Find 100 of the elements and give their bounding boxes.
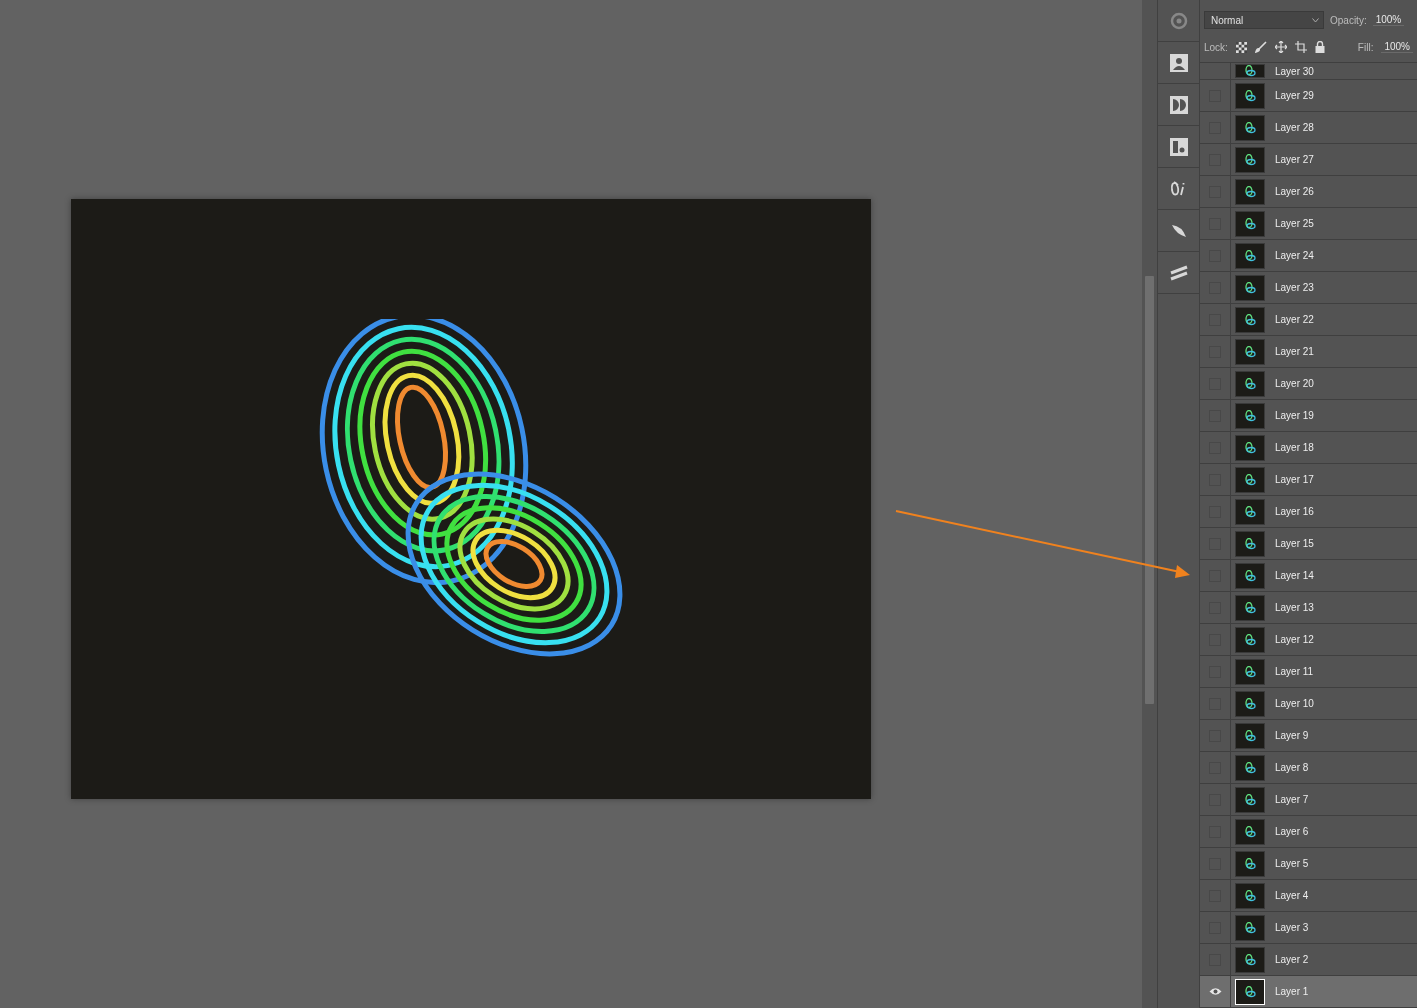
layer-row[interactable]: Layer 17: [1200, 464, 1417, 496]
layer-thumbnail-icon: [1244, 569, 1256, 582]
layer-row[interactable]: Layer 14: [1200, 560, 1417, 592]
layer-name: Layer 21: [1275, 346, 1314, 357]
layer-thumbnail-icon: [1244, 793, 1256, 806]
layer-name: Layer 24: [1275, 250, 1314, 261]
layer-name: Layer 25: [1275, 218, 1314, 229]
layer-name: Layer 16: [1275, 506, 1314, 517]
layer-thumbnail-icon: [1244, 281, 1256, 294]
layer-row[interactable]: Layer 8: [1200, 752, 1417, 784]
layer-thumbnail-icon: [1244, 953, 1256, 966]
person-icon[interactable]: [1169, 53, 1188, 72]
layer-name: Layer 12: [1275, 634, 1314, 645]
layer-thumbnail-icon: [1244, 185, 1256, 198]
layer-name: Layer 19: [1275, 410, 1314, 421]
layer-row[interactable]: Layer 22: [1200, 304, 1417, 336]
layer-thumbnail-icon: [1244, 121, 1256, 134]
layer-row[interactable]: Layer 30: [1200, 63, 1417, 80]
layer-row[interactable]: Layer 26: [1200, 176, 1417, 208]
layer-thumbnail-icon: [1244, 537, 1256, 550]
layer-row[interactable]: Layer 11: [1200, 656, 1417, 688]
layer-row[interactable]: Layer 27: [1200, 144, 1417, 176]
layer-name: Layer 18: [1275, 442, 1314, 453]
layer-thumbnail-icon: [1244, 441, 1256, 454]
layer-thumbnail-icon: [1244, 473, 1256, 486]
layer-name: Layer 17: [1275, 474, 1314, 485]
layer-row[interactable]: Layer 1: [1200, 976, 1417, 1008]
fill-field[interactable]: 100%: [1381, 41, 1413, 53]
layer-row[interactable]: Layer 3: [1200, 912, 1417, 944]
layer-thumbnail-icon: [1244, 921, 1256, 934]
layer-name: Layer 28: [1275, 122, 1314, 133]
brush-icon[interactable]: [1254, 41, 1267, 53]
layer-name: Layer 5: [1275, 858, 1309, 869]
move-icon[interactable]: [1274, 41, 1287, 53]
eye-icon[interactable]: [1208, 987, 1222, 996]
lock-label: Lock:: [1204, 41, 1228, 53]
layer-row[interactable]: Layer 15: [1200, 528, 1417, 560]
layer-row[interactable]: Layer 24: [1200, 240, 1417, 272]
layer-name: Layer 6: [1275, 826, 1309, 837]
half-circles-icon[interactable]: [1169, 95, 1188, 114]
layer-thumbnail-icon: [1244, 825, 1256, 838]
layer-thumbnail-icon: [1244, 217, 1256, 230]
layer-row[interactable]: Layer 21: [1200, 336, 1417, 368]
lock-icon[interactable]: [1314, 41, 1325, 53]
layer-name: Layer 1: [1275, 986, 1309, 997]
layer-row[interactable]: Layer 6: [1200, 816, 1417, 848]
layer-thumbnail-icon: [1244, 729, 1256, 742]
layer-name: Layer 3: [1275, 922, 1309, 933]
layer-row[interactable]: Layer 5: [1200, 848, 1417, 880]
stripes-icon[interactable]: [1169, 263, 1188, 282]
layer-row[interactable]: Layer 12: [1200, 624, 1417, 656]
scrollbar-thumb[interactable]: [1145, 276, 1154, 704]
layer-row[interactable]: Layer 23: [1200, 272, 1417, 304]
opacity-label: Opacity:: [1330, 14, 1367, 26]
layer-row[interactable]: Layer 7: [1200, 784, 1417, 816]
layer-name: Layer 30: [1275, 65, 1314, 77]
layer-name: Layer 8: [1275, 762, 1309, 773]
chevron-down-icon: [1312, 17, 1319, 23]
layer-row[interactable]: Layer 13: [1200, 592, 1417, 624]
layer-thumbnail-icon: [1244, 409, 1256, 422]
checkerboard-icon[interactable]: [1235, 41, 1247, 53]
layer-row[interactable]: Layer 18: [1200, 432, 1417, 464]
layer-thumbnail-icon: [1244, 505, 1256, 518]
layer-name: Layer 2: [1275, 954, 1309, 965]
layer-thumbnail-icon: [1244, 377, 1256, 390]
layer-row[interactable]: Layer 4: [1200, 880, 1417, 912]
layer-row[interactable]: Layer 19: [1200, 400, 1417, 432]
layer-row[interactable]: Layer 10: [1200, 688, 1417, 720]
layer-row[interactable]: Layer 28: [1200, 112, 1417, 144]
layer-name: Layer 11: [1275, 666, 1314, 677]
layer-thumbnail-icon: [1244, 697, 1256, 710]
layer-row[interactable]: Layer 20: [1200, 368, 1417, 400]
layer-row[interactable]: Layer 25: [1200, 208, 1417, 240]
layer-name: Layer 15: [1275, 538, 1314, 549]
blend-mode-dropdown[interactable]: Normal: [1204, 11, 1324, 29]
layer-row[interactable]: Layer 29: [1200, 80, 1417, 112]
layer-name: Layer 22: [1275, 314, 1314, 325]
layout-icon[interactable]: [1169, 137, 1188, 156]
fill-label: Fill:: [1357, 41, 1374, 53]
opacity-field[interactable]: 100%: [1372, 14, 1405, 26]
layer-row[interactable]: Layer 2: [1200, 944, 1417, 976]
scrollbar-track[interactable]: [1142, 0, 1157, 1008]
crop-icon[interactable]: [1294, 41, 1307, 53]
layer-thumbnail-icon: [1244, 665, 1256, 678]
layer-name: Layer 20: [1275, 378, 1314, 389]
layer-thumbnail-icon: [1244, 65, 1256, 77]
layer-row[interactable]: Layer 16: [1200, 496, 1417, 528]
layer-name: Layer 29: [1275, 90, 1314, 101]
layer-thumbnail-icon: [1244, 761, 1256, 774]
layer-thumbnail-icon: [1244, 633, 1256, 646]
layer-thumbnail-icon: [1244, 153, 1256, 166]
layer-thumbnail-icon: [1244, 857, 1256, 870]
layer-thumbnail-icon: [1244, 601, 1256, 614]
layer-thumbnail-icon: [1244, 985, 1256, 998]
layer-name: Layer 9: [1275, 730, 1309, 741]
layer-thumbnail-icon: [1244, 249, 1256, 262]
layer-row[interactable]: Layer 9: [1200, 720, 1417, 752]
gear-icon[interactable]: [1168, 10, 1189, 31]
layer-name: Layer 4: [1275, 890, 1309, 901]
layer-name: Layer 23: [1275, 282, 1314, 293]
